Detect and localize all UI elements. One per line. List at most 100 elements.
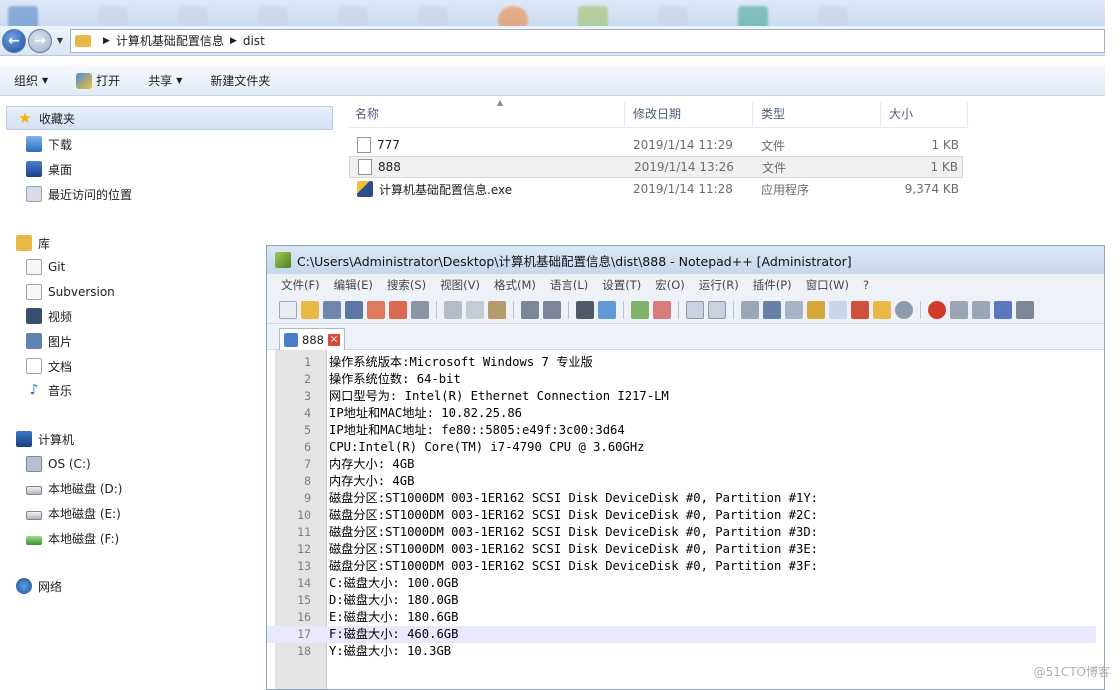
column-header-type[interactable]: 类型 xyxy=(761,105,785,122)
sidebar-item-subversion[interactable]: Subversion xyxy=(26,282,115,302)
menu-language[interactable]: 语言(L) xyxy=(550,277,588,293)
sidebar-item-pictures[interactable]: 图片 xyxy=(26,331,72,351)
menu-edit[interactable]: 编辑(E) xyxy=(334,277,373,293)
editor-line[interactable]: 11 磁盘分区:ST1000DM 003-1ER162 SCSI Disk Dev… xyxy=(267,524,1096,541)
editor-line[interactable]: 6 CPU:Intel(R) Core(TM) i7-4790 CPU @ 3.6… xyxy=(267,439,1096,456)
file-row[interactable]: 计算机基础配置信息.exe 2019/1/14 11:28 应用程序 9,374… xyxy=(349,178,963,200)
close-icon[interactable]: × xyxy=(327,333,340,346)
share-button[interactable]: 共享 ▼ xyxy=(148,72,182,89)
breadcrumb-item[interactable]: dist xyxy=(243,34,265,48)
menu-view[interactable]: 视图(V) xyxy=(440,277,480,293)
sidebar-item-music[interactable]: ♪ 音乐 xyxy=(26,380,72,400)
editor-line[interactable]: 14 C:磁盘大小: 100.0GB xyxy=(267,575,1096,592)
open-button[interactable]: 打开 xyxy=(76,72,120,89)
editor-line[interactable]: 2 操作系统位数: 64-bit xyxy=(267,371,1096,388)
menu-plugins[interactable]: 插件(P) xyxy=(753,277,792,293)
sidebar-item-network[interactable]: 网络 xyxy=(16,576,62,596)
menu-run[interactable]: 运行(R) xyxy=(699,277,739,293)
save-icon[interactable] xyxy=(323,300,341,319)
stop-macro-icon[interactable] xyxy=(950,300,968,319)
file-row-selected[interactable]: 888 2019/1/14 13:26 文件 1 KB xyxy=(349,156,963,178)
text-editor[interactable]: 1 操作系统版本:Microsoft Windows 7 专业版 2 操作系统位数: … xyxy=(267,350,1104,689)
sidebar-item-drive-d[interactable]: 本地磁盘 (D:) xyxy=(26,478,122,498)
window-title-bar[interactable]: C:\Users\Administrator\Desktop\计算机基础配置信息… xyxy=(267,246,1104,274)
menu-format[interactable]: 格式(M) xyxy=(494,277,536,293)
sidebar-item-desktop[interactable]: 桌面 xyxy=(26,159,72,179)
monitoring-icon[interactable] xyxy=(895,300,913,319)
column-header-name[interactable]: 名称 xyxy=(355,105,379,122)
play-macro-icon[interactable] xyxy=(972,300,990,319)
menu-window[interactable]: 窗口(W) xyxy=(806,277,849,293)
breadcrumb-item[interactable]: 计算机基础配置信息 xyxy=(116,32,224,49)
new-folder-button[interactable]: 新建文件夹 xyxy=(210,72,270,89)
sidebar-item-videos[interactable]: 视频 xyxy=(26,306,72,326)
print-icon[interactable] xyxy=(411,300,429,319)
menu-file[interactable]: 文件(F) xyxy=(281,277,320,293)
column-divider[interactable] xyxy=(752,102,753,126)
undo-icon[interactable] xyxy=(521,300,539,319)
cut-icon[interactable] xyxy=(444,300,462,319)
close-all-icon[interactable] xyxy=(389,300,407,319)
editor-line[interactable]: 13 磁盘分区:ST1000DM 003-1ER162 SCSI Disk Dev… xyxy=(267,558,1096,575)
file-row[interactable]: 777 2019/1/14 11:29 文件 1 KB xyxy=(349,134,963,156)
editor-line[interactable]: 8 内存大小: 4GB xyxy=(267,473,1096,490)
editor-line[interactable]: 4 IP地址和MAC地址: 10.82.25.86 xyxy=(267,405,1096,422)
replace-icon[interactable] xyxy=(598,300,616,319)
save-all-icon[interactable] xyxy=(345,300,363,319)
lang-icon[interactable] xyxy=(807,300,825,319)
doc-map-icon[interactable] xyxy=(829,300,847,319)
sidebar-item-drive-e[interactable]: 本地磁盘 (E:) xyxy=(26,503,121,523)
chevron-right-icon[interactable]: ▶ xyxy=(103,36,110,46)
record-macro-icon[interactable] xyxy=(928,300,946,319)
editor-line[interactable]: 10 磁盘分区:ST1000DM 003-1ER162 SCSI Disk Dev… xyxy=(267,507,1096,524)
sync-vertical-icon[interactable] xyxy=(686,300,704,319)
favorites-header[interactable]: ★ 收藏夹 xyxy=(6,106,333,130)
word-wrap-icon[interactable] xyxy=(741,300,759,319)
menu-settings[interactable]: 设置(T) xyxy=(602,277,641,293)
sidebar-item-recent[interactable]: 最近访问的位置 xyxy=(26,184,132,204)
sync-horizontal-icon[interactable] xyxy=(708,300,726,319)
paste-icon[interactable] xyxy=(488,300,506,319)
sidebar-item-computer[interactable]: 计算机 xyxy=(16,429,74,449)
editor-line[interactable]: 1 操作系统版本:Microsoft Windows 7 专业版 xyxy=(267,354,1096,371)
back-button[interactable]: ← xyxy=(2,28,26,53)
address-bar[interactable]: ▶ 计算机基础配置信息 ▶ dist xyxy=(70,28,1105,53)
open-file-icon[interactable] xyxy=(301,300,319,319)
organize-button[interactable]: 组织 ▼ xyxy=(14,72,48,89)
indent-guide-icon[interactable] xyxy=(785,300,803,319)
zoom-out-icon[interactable] xyxy=(653,300,671,319)
redo-icon[interactable] xyxy=(543,300,561,319)
tab-888[interactable]: 888 × xyxy=(279,328,345,350)
column-header-size[interactable]: 大小 xyxy=(889,105,913,122)
sidebar-item-documents[interactable]: 文档 xyxy=(26,356,72,376)
menu-help[interactable]: ? xyxy=(863,278,869,292)
column-header-date[interactable]: 修改日期 xyxy=(633,105,681,122)
editor-line[interactable]: 9 磁盘分区:ST1000DM 003-1ER162 SCSI Disk Devi… xyxy=(267,490,1096,507)
editor-line[interactable]: 7 内存大小: 4GB xyxy=(267,456,1096,473)
sidebar-item-git[interactable]: Git xyxy=(26,257,65,277)
forward-button[interactable]: → xyxy=(28,28,52,53)
save-macro-icon[interactable] xyxy=(1016,300,1034,319)
copy-icon[interactable] xyxy=(466,300,484,319)
editor-line[interactable]: 12 磁盘分区:ST1000DM 003-1ER162 SCSI Disk Dev… xyxy=(267,541,1096,558)
find-icon[interactable] xyxy=(576,300,594,319)
column-divider[interactable] xyxy=(880,102,881,126)
chevron-right-icon[interactable]: ▶ xyxy=(230,36,237,46)
column-divider[interactable] xyxy=(967,102,968,126)
editor-line[interactable]: 16 E:磁盘大小: 180.6GB xyxy=(267,609,1096,626)
new-file-icon[interactable] xyxy=(279,300,297,319)
editor-line[interactable]: 18 Y:磁盘大小: 10.3GB xyxy=(267,643,1096,660)
sidebar-item-downloads[interactable]: 下载 xyxy=(26,134,72,154)
column-divider[interactable] xyxy=(624,102,625,126)
editor-line[interactable]: 15 D:磁盘大小: 180.0GB xyxy=(267,592,1096,609)
history-dropdown-icon[interactable]: ▼ xyxy=(54,29,66,53)
menu-macro[interactable]: 宏(O) xyxy=(655,277,685,293)
zoom-in-icon[interactable] xyxy=(631,300,649,319)
editor-line[interactable]: 5 IP地址和MAC地址: fe80::5805:e49f:3c00:3d64 xyxy=(267,422,1096,439)
sidebar-item-libraries[interactable]: 库 xyxy=(16,233,50,253)
run-macro-multiple-icon[interactable] xyxy=(994,300,1012,319)
menu-search[interactable]: 搜索(S) xyxy=(387,277,426,293)
folder-workspace-icon[interactable] xyxy=(873,300,891,319)
editor-line[interactable]: 17 F:磁盘大小: 460.6GB xyxy=(267,626,1096,643)
sidebar-item-drive-c[interactable]: OS (C:) xyxy=(26,454,91,474)
